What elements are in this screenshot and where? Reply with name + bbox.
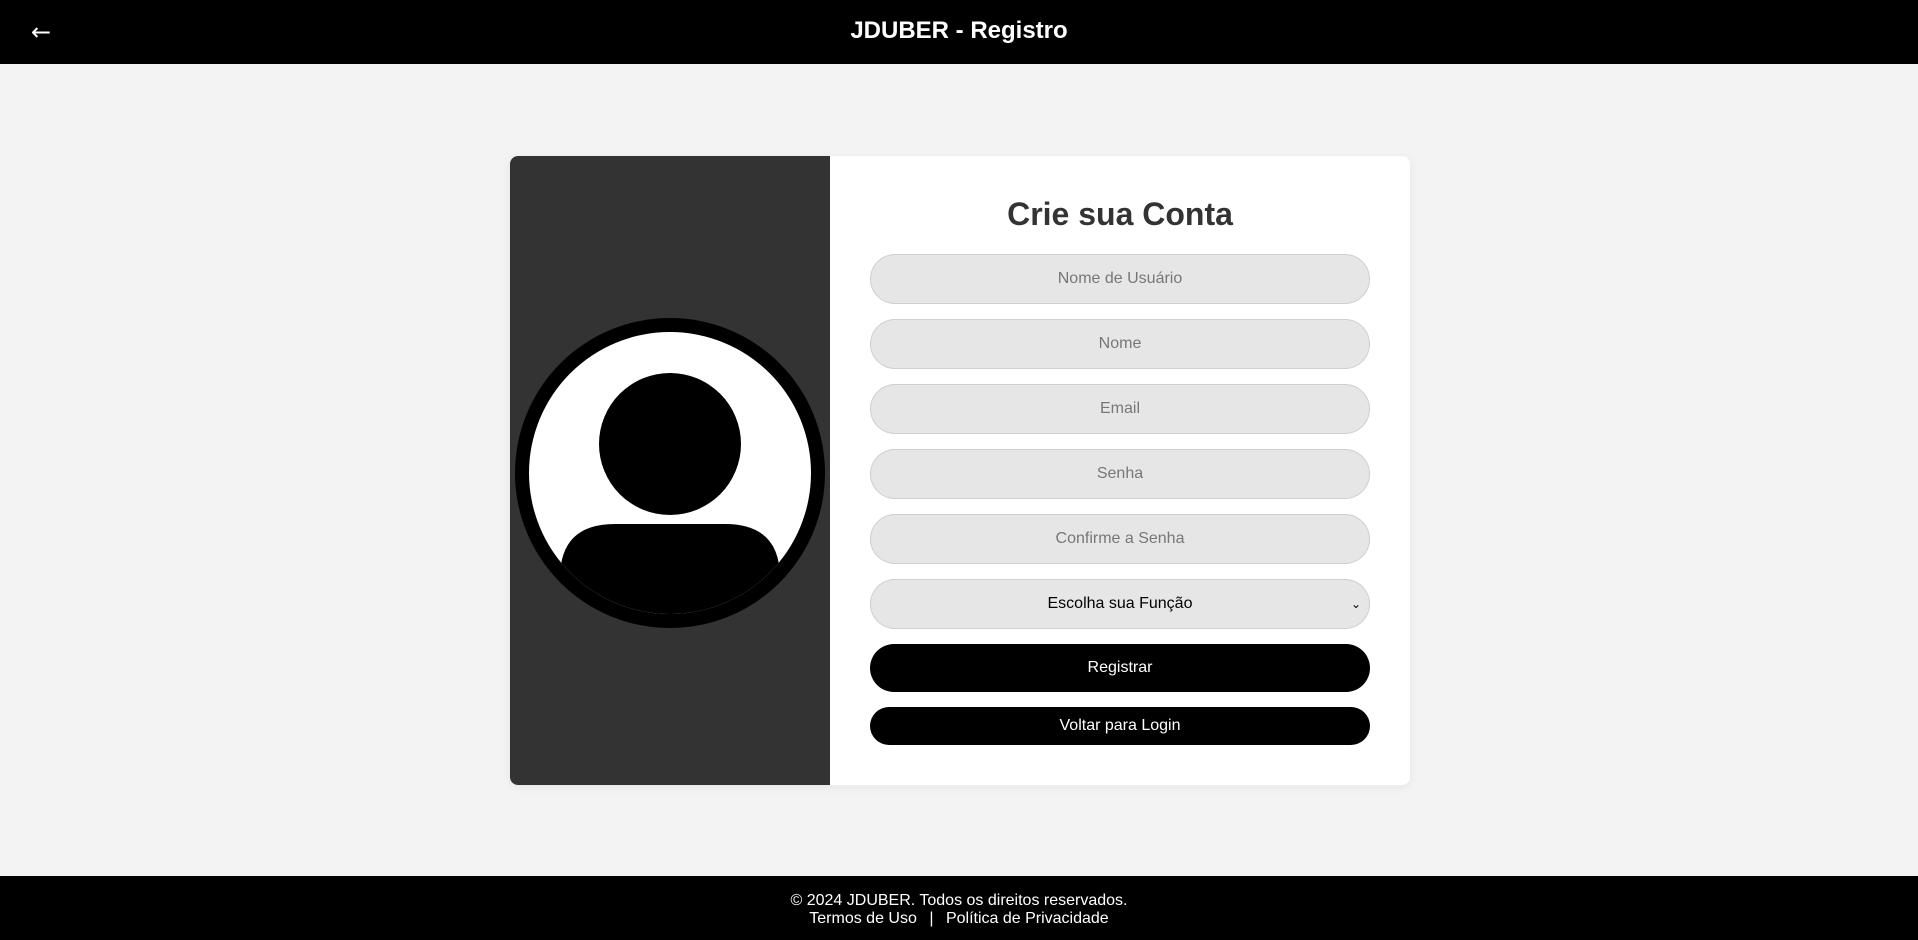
name-field[interactable] (870, 319, 1370, 369)
role-select[interactable]: Escolha sua Função ⌄ (870, 579, 1370, 629)
register-button[interactable]: Registrar (870, 644, 1370, 692)
footer-copyright: © 2024 JDUBER. Todos os direitos reserva… (790, 892, 1128, 909)
footer: © 2024 JDUBER. Todos os direitos reserva… (0, 876, 1918, 940)
email-field[interactable] (870, 384, 1370, 434)
footer-links: Termos de Uso | Política de Privacidade (0, 909, 1918, 929)
terms-link[interactable]: Termos de Uso (809, 910, 917, 927)
form-panel: Crie sua Conta Escolha sua Função ⌄ Regi… (830, 156, 1410, 785)
footer-separator: | (929, 910, 934, 927)
header-bar: ← JDUBER - Registro (0, 0, 1918, 64)
username-field[interactable] (870, 254, 1370, 304)
user-avatar-icon (515, 318, 825, 628)
form-title: Crie sua Conta (1007, 196, 1233, 232)
register-card: Crie sua Conta Escolha sua Função ⌄ Regi… (510, 156, 1410, 785)
chevron-down-icon: ⌄ (1350, 597, 1361, 611)
page-title: JDUBER - Registro (850, 17, 1068, 44)
avatar-panel (510, 156, 830, 785)
back-to-login-button[interactable]: Voltar para Login (870, 707, 1370, 745)
confirm-password-field[interactable] (870, 514, 1370, 564)
password-field[interactable] (870, 449, 1370, 499)
privacy-link[interactable]: Política de Privacidade (946, 910, 1109, 927)
role-select-value: Escolha sua Função (1047, 595, 1193, 612)
